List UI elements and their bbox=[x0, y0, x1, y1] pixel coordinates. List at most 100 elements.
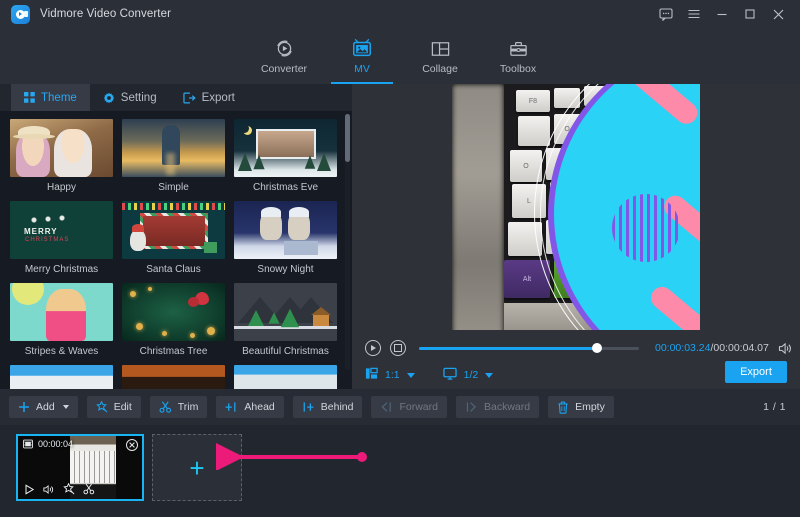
insert-ahead-icon bbox=[225, 401, 238, 413]
nav-tab-toolbox[interactable]: Toolbox bbox=[479, 28, 557, 84]
theme-label: Stripes & Waves bbox=[24, 346, 99, 357]
nav-tab-collage[interactable]: Collage bbox=[401, 28, 479, 84]
play-button[interactable] bbox=[365, 340, 381, 356]
progress-slider[interactable] bbox=[419, 343, 639, 353]
theme-thumbnail bbox=[234, 365, 337, 389]
nav-tab-converter[interactable]: Converter bbox=[245, 28, 323, 84]
main-nav-bar: Converter MV Collage Toolbox bbox=[0, 28, 800, 84]
clip-duration: 00:00:04 bbox=[38, 439, 74, 449]
tab-setting[interactable]: Setting bbox=[90, 84, 170, 111]
add-button[interactable]: Add bbox=[9, 396, 78, 418]
clip-volume-icon[interactable] bbox=[43, 484, 55, 495]
film-icon bbox=[23, 439, 33, 449]
theme-label: Simple bbox=[158, 182, 189, 193]
move-forward-icon bbox=[380, 401, 393, 413]
trim-button[interactable]: Trim bbox=[149, 396, 208, 418]
window-controls bbox=[652, 0, 792, 28]
aspect-ratio-selector[interactable]: 1:1 bbox=[365, 367, 415, 383]
forward-button-label: Forward bbox=[399, 401, 438, 413]
theme-label: Merry Christmas bbox=[24, 264, 99, 275]
export-button[interactable]: Export bbox=[725, 361, 787, 383]
grid-icon bbox=[24, 92, 35, 103]
backward-button[interactable]: Backward bbox=[455, 396, 540, 418]
theme-item-christmas-tree[interactable]: Christmas Tree bbox=[122, 283, 225, 359]
page-indicator: 1 / 1 bbox=[763, 401, 786, 413]
clip-toolbar: Add Edit Trim Ahead Behind Forward Backw… bbox=[0, 389, 800, 425]
toolbox-icon bbox=[508, 38, 529, 60]
theme-item-christmas-eve[interactable]: Christmas Eve bbox=[234, 119, 337, 195]
feedback-icon[interactable] bbox=[652, 0, 680, 28]
theme-thumbnail bbox=[122, 119, 225, 177]
clip-close-icon[interactable] bbox=[126, 439, 138, 451]
aspect-ratio-icon bbox=[365, 367, 378, 383]
behind-button-label: Behind bbox=[320, 401, 354, 413]
stop-button[interactable] bbox=[390, 340, 406, 356]
preview-overlay-art bbox=[504, 84, 700, 339]
theme-panel-scrollbar[interactable] bbox=[345, 114, 350, 370]
scale-selector[interactable]: 1/2 bbox=[442, 367, 494, 383]
timeline-clip[interactable]: 00:00:04 bbox=[16, 434, 144, 501]
ahead-button-label: Ahead bbox=[244, 401, 275, 413]
theme-thumbnail bbox=[122, 365, 225, 389]
theme-panel: Theme Setting Export Happy Simple Christ… bbox=[0, 84, 352, 389]
close-icon[interactable] bbox=[764, 0, 792, 28]
gear-icon bbox=[103, 92, 115, 104]
chevron-down-icon[interactable] bbox=[406, 372, 415, 378]
vidmore-video-converter-window: Vidmore Video Converter Converter MV Col… bbox=[0, 0, 800, 517]
theme-label: Happy bbox=[47, 182, 76, 193]
backward-button-label: Backward bbox=[483, 401, 531, 413]
chevron-down-icon[interactable] bbox=[62, 405, 69, 409]
clip-edit-icon[interactable] bbox=[63, 483, 75, 495]
tab-export-label: Export bbox=[201, 91, 235, 104]
tab-export[interactable]: Export bbox=[170, 84, 248, 111]
theme-item-partial[interactable] bbox=[122, 365, 225, 389]
tab-setting-label: Setting bbox=[120, 91, 157, 104]
chevron-down-icon[interactable] bbox=[485, 372, 494, 378]
theme-art-text: CHRISTMAS bbox=[25, 237, 70, 243]
theme-item-stripes-waves[interactable]: Stripes & Waves bbox=[10, 283, 113, 359]
export-icon bbox=[182, 92, 196, 104]
magic-wand-icon bbox=[95, 401, 108, 413]
clip-tool-row bbox=[18, 481, 142, 497]
nav-tab-mv[interactable]: MV bbox=[323, 28, 401, 84]
maximize-icon[interactable] bbox=[736, 0, 764, 28]
theme-item-merry-christmas[interactable]: MERRY CHRISTMAS Merry Christmas bbox=[10, 201, 113, 277]
progress-handle[interactable] bbox=[592, 343, 603, 353]
trash-icon bbox=[557, 401, 569, 414]
title-bar: Vidmore Video Converter bbox=[0, 0, 800, 28]
behind-button[interactable]: Behind bbox=[292, 396, 363, 418]
clip-play-icon[interactable] bbox=[24, 483, 35, 495]
theme-item-beautiful-christmas[interactable]: Beautiful Christmas bbox=[234, 283, 337, 359]
clip-trim-icon[interactable] bbox=[83, 483, 95, 495]
theme-grid: Happy Simple Christmas Eve MERRY CHRISTM… bbox=[0, 111, 352, 389]
theme-item-santa-claus[interactable]: Santa Claus bbox=[122, 201, 225, 277]
collage-icon bbox=[430, 38, 451, 60]
scrollbar-thumb[interactable] bbox=[345, 114, 350, 162]
converter-icon bbox=[274, 38, 295, 60]
theme-item-simple[interactable]: Simple bbox=[122, 119, 225, 195]
nav-tab-converter-label: Converter bbox=[260, 62, 308, 75]
tab-theme[interactable]: Theme bbox=[11, 84, 90, 111]
volume-icon[interactable] bbox=[778, 342, 793, 355]
theme-item-partial[interactable] bbox=[10, 365, 113, 389]
empty-button[interactable]: Empty bbox=[548, 396, 614, 418]
app-title: Vidmore Video Converter bbox=[40, 8, 172, 20]
theme-label: Christmas Tree bbox=[139, 346, 208, 357]
minimize-icon[interactable] bbox=[708, 0, 736, 28]
app-logo-icon bbox=[11, 4, 30, 24]
theme-item-happy[interactable]: Happy bbox=[10, 119, 113, 195]
tab-theme-label: Theme bbox=[41, 91, 77, 104]
nav-tab-toolbox-label: Toolbox bbox=[499, 62, 537, 75]
nav-tab-mv-label: MV bbox=[354, 62, 370, 75]
current-time: 00:00:03.24 bbox=[655, 342, 711, 354]
preview-blurred-edge bbox=[452, 84, 504, 339]
menu-icon[interactable] bbox=[680, 0, 708, 28]
edit-button[interactable]: Edit bbox=[86, 396, 141, 418]
theme-label: Santa Claus bbox=[146, 264, 201, 275]
screen-icon bbox=[442, 367, 457, 383]
ahead-button[interactable]: Ahead bbox=[216, 396, 284, 418]
forward-button[interactable]: Forward bbox=[371, 396, 447, 418]
theme-item-partial[interactable] bbox=[234, 365, 337, 389]
theme-item-snowy-night[interactable]: Snowy Night bbox=[234, 201, 337, 277]
video-preview[interactable]: F8 O I C O P L : : · > / ? Alt bbox=[452, 84, 700, 339]
